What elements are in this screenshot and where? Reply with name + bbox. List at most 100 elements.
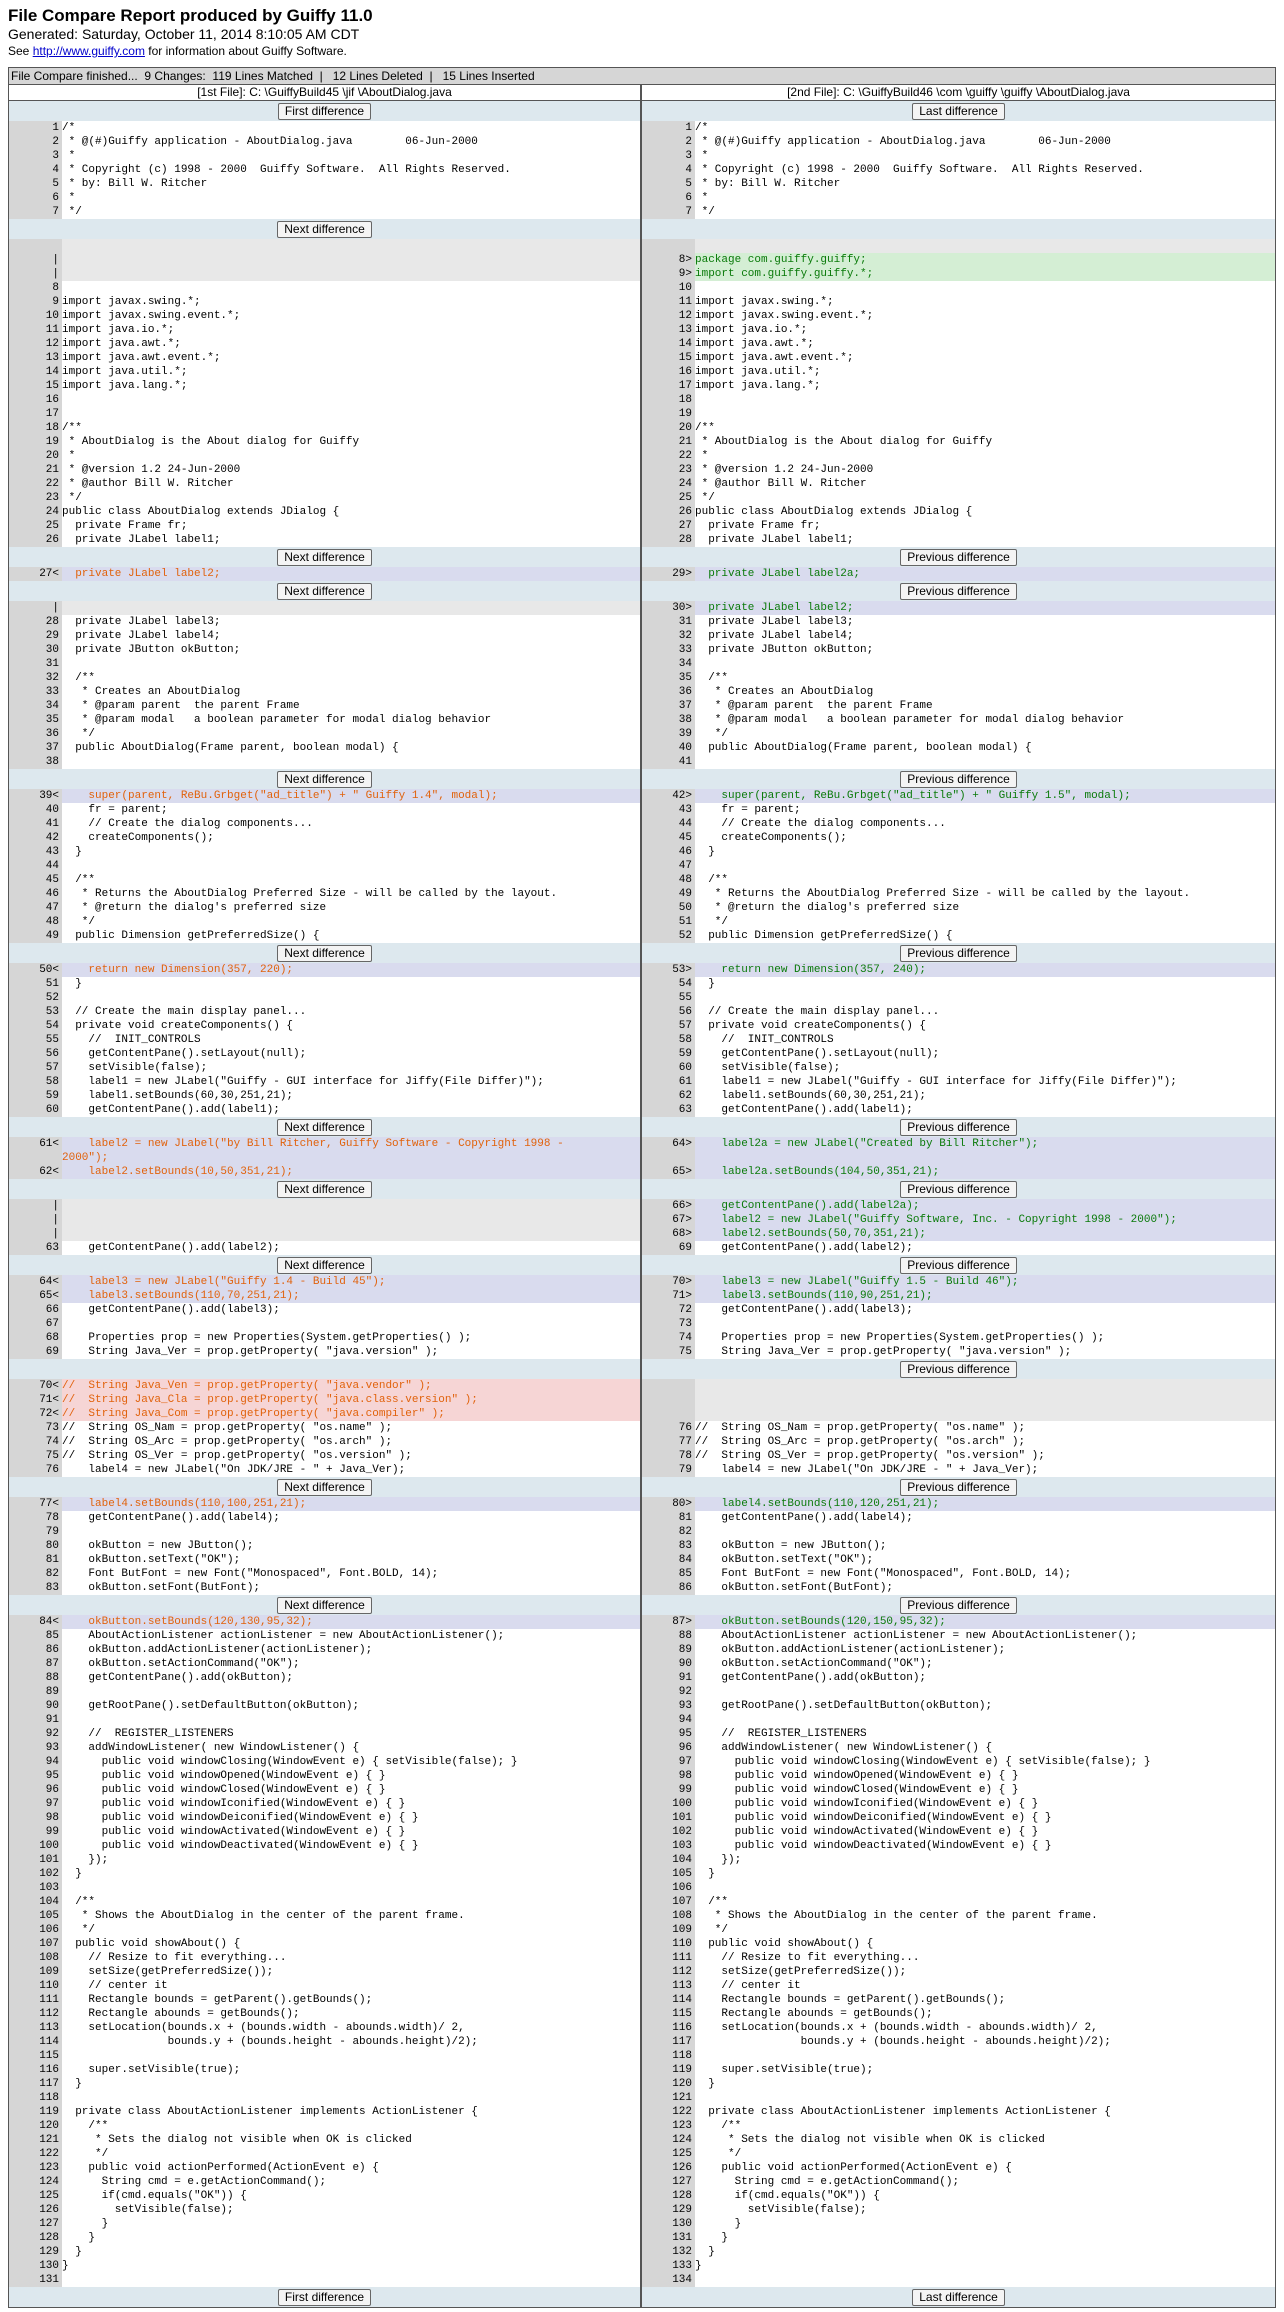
line-text: public void windowActivated(WindowEvent … [695, 1826, 1039, 1838]
line-number: 124 [9, 2175, 62, 2189]
code-line: 99 public void windowActivated(WindowEve… [9, 1825, 640, 1839]
line-number: 107 [642, 1895, 695, 1909]
line-text: if(cmd.equals("OK")) { [62, 2190, 247, 2202]
line-text: addWindowListener( new WindowListener() … [62, 1742, 360, 1754]
line-number: 87 [9, 1657, 62, 1671]
line-number: 114 [9, 2035, 62, 2049]
previous-difference-button[interactable]: Previous difference [900, 582, 1017, 600]
code-line: 107 public void showAbout() { [9, 1937, 640, 1951]
line-number: 73 [9, 1421, 62, 1435]
line-text: getContentPane().add(label2a); [695, 1199, 1275, 1213]
line-text: */ [62, 916, 96, 928]
previous-difference-button[interactable]: Previous difference [900, 1360, 1017, 1378]
previous-difference-button[interactable]: Previous difference [900, 1596, 1017, 1614]
first-difference-button[interactable]: First difference [277, 2288, 372, 2306]
next-difference-button[interactable]: Next difference [277, 1256, 372, 1274]
line-text: if(cmd.equals("OK")) { [695, 2190, 880, 2202]
code-line: 100 public void windowIconified(WindowEv… [642, 1797, 1275, 1811]
line-number: 33 [642, 643, 695, 657]
line-number: 78 [9, 1511, 62, 1525]
line-text: bounds.y + (bounds.height - abounds.heig… [695, 2036, 1111, 2048]
line-text: */ [62, 1924, 96, 1936]
line-number: 44 [9, 859, 62, 873]
code-line: 129 setVisible(false); [642, 2203, 1275, 2217]
code-line: 124 * Sets the dialog not visible when O… [642, 2133, 1275, 2147]
line-text: Rectangle bounds = getParent().getBounds… [695, 1994, 1006, 2006]
code-line: 78// String OS_Ver = prop.getProperty( "… [642, 1449, 1275, 1463]
guiffy-link[interactable]: http://www.guiffy.com [33, 44, 145, 58]
line-text: label1.setBounds(60,30,251,21); [695, 1090, 927, 1102]
line-text: label1 = new JLabel("Guiffy - GUI interf… [695, 1076, 1177, 1088]
line-number: 45 [642, 831, 695, 845]
line-text: public void windowClosing(WindowEvent e)… [62, 1756, 518, 1768]
next-difference-button[interactable]: Next difference [277, 770, 372, 788]
code-line: 12 import javax.swing.event.*; [642, 309, 1275, 323]
code-line: 26 public class AboutDialog extends JDial… [642, 505, 1275, 519]
next-difference-button[interactable]: Next difference [277, 582, 372, 600]
code-line: 114 bounds.y + (bounds.height - abounds.… [9, 2035, 640, 2049]
line-number: 85 [9, 1629, 62, 1643]
line-text: public void windowOpened(WindowEvent e) … [695, 1770, 1019, 1782]
next-difference-button[interactable]: Next difference [277, 1118, 372, 1136]
line-text: okButton.setBounds(120,150,95,32); [695, 1615, 1275, 1629]
line-text: * [695, 192, 709, 204]
line-text: // Create the dialog components... [695, 818, 946, 830]
next-difference-button[interactable]: Next difference [277, 548, 372, 566]
last-difference-button[interactable]: Last difference [912, 2288, 1005, 2306]
previous-difference-button[interactable]: Previous difference [900, 1478, 1017, 1496]
line-text: /** [695, 2120, 742, 2132]
line-text: setLocation(bounds.x + (bounds.width - a… [62, 2022, 465, 2034]
line-text: * Creates an AboutDialog [695, 686, 874, 698]
code-line: 41 [642, 755, 1275, 769]
code-line: 18 [642, 393, 1275, 407]
line-number: 18 [9, 421, 62, 435]
line-number: 102 [642, 1825, 695, 1839]
code-line: 60 setVisible(false); [642, 1061, 1275, 1075]
previous-difference-button[interactable]: Previous difference [900, 1256, 1017, 1274]
line-number: 116 [9, 2063, 62, 2077]
line-text: // REGISTER_LISTENERS [62, 1728, 234, 1740]
first-difference-button[interactable]: First difference [277, 102, 372, 120]
line-text [695, 1407, 1275, 1421]
compare-panel: File Compare finished... 9 Changes: 119 … [8, 67, 1276, 2308]
line-number: 19 [642, 407, 695, 421]
line-number: 95 [642, 1727, 695, 1741]
line-text [62, 755, 640, 769]
previous-difference-button[interactable]: Previous difference [900, 548, 1017, 566]
code-line: 127 String cmd = e.getActionCommand(); [642, 2175, 1275, 2189]
last-difference-button[interactable]: Last difference [912, 102, 1005, 120]
code-line: 86 okButton.setFont(ButFont); [642, 1581, 1275, 1595]
line-text: import javax.swing.*; [62, 296, 201, 308]
code-line: 31 private JLabel label3; [642, 615, 1275, 629]
code-line: 120 /** [9, 2119, 640, 2133]
line-number: 131 [9, 2273, 62, 2287]
line-number: 100 [642, 1797, 695, 1811]
line-text: * [62, 150, 76, 162]
line-text: label3 = new JLabel("Guiffy 1.5 - Build … [695, 1275, 1275, 1289]
nav-button-row: Last difference [642, 2287, 1275, 2307]
code-line: 79 label4 = new JLabel("On JDK/JRE - " +… [642, 1463, 1275, 1477]
previous-difference-button[interactable]: Previous difference [900, 1118, 1017, 1136]
code-line: 85 Font ButFont = new Font("Monospaced",… [642, 1567, 1275, 1581]
line-number: 83 [9, 1581, 62, 1595]
line-text [695, 239, 1275, 253]
previous-difference-button[interactable]: Previous difference [900, 770, 1017, 788]
next-difference-button[interactable]: Next difference [277, 1596, 372, 1614]
next-difference-button[interactable]: Next difference [277, 944, 372, 962]
previous-difference-button[interactable]: Previous difference [900, 944, 1017, 962]
line-number: 106 [9, 1923, 62, 1937]
line-number: 93 [642, 1699, 695, 1713]
line-text: * [62, 450, 76, 462]
code-line: 117 bounds.y + (bounds.height - abounds.… [642, 2035, 1275, 2049]
line-text: // String OS_Ver = prop.getProperty( "os… [62, 1450, 412, 1462]
code-line: 103 [9, 1881, 640, 1895]
next-difference-button[interactable]: Next difference [277, 220, 372, 238]
previous-difference-button[interactable]: Previous difference [900, 1180, 1017, 1198]
next-difference-button[interactable]: Next difference [277, 1478, 372, 1496]
diff-line-chg: 62< label2.setBounds(10,50,351,21); [9, 1165, 640, 1179]
line-text: * @param parent the parent Frame [62, 700, 300, 712]
code-line: 102 } [9, 1867, 640, 1881]
line-number: 32 [9, 671, 62, 685]
line-text [62, 1881, 640, 1895]
next-difference-button[interactable]: Next difference [277, 1180, 372, 1198]
